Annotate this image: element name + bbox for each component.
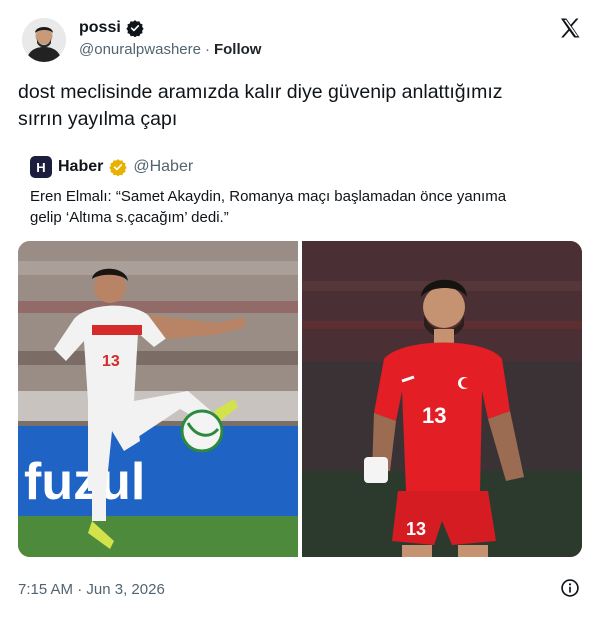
photo-right[interactable]: 13 13 [302,241,582,557]
handle-separator: · [204,41,210,58]
media-grid: fuzul 13 13 13 [18,241,582,557]
tweet-footer: 7:15 AM · Jun 3, 2026 [18,578,582,600]
handle[interactable]: @onuralpwashere [79,41,201,58]
follow-button[interactable]: Follow [214,41,262,58]
timestamp-date: Jun 3, 2026 [86,580,165,598]
quoted-display-name[interactable]: Haber [58,158,103,176]
avatar[interactable] [22,18,66,62]
right-jersey-number: 13 [422,403,446,428]
football-player-white-kit-image: fuzul 13 [18,241,298,557]
photo-left[interactable]: fuzul 13 [18,241,298,557]
x-logo-icon[interactable] [558,16,582,40]
tweet-text: dost meclisinde aramızda kalır diye güve… [18,79,578,133]
name-row: possi [79,19,144,37]
timestamp-separator: · [77,580,83,598]
verified-badge-icon [126,20,144,37]
quoted-handle[interactable]: @Haber [133,158,193,176]
timestamp[interactable]: 7:15 AM · Jun 3, 2026 [18,581,165,598]
quoted-tweet-text: Eren Elmalı: “Samet Akaydin, Romanya maç… [30,186,560,228]
info-icon[interactable] [560,578,580,598]
tweet-text-line-1: dost meclisinde aramızda kalır diye güve… [18,81,503,103]
left-jersey-number: 13 [102,353,120,370]
tweet-header: possi @onuralpwashere · Follow [18,16,582,68]
football-player-red-kit-image: 13 13 [302,241,582,557]
quoted-tweet-header: H Haber @Haber [30,156,193,178]
gold-verified-badge-icon [109,159,127,176]
quoted-text-line-1: Eren Elmalı: “Samet Akaydin, Romanya maç… [30,188,507,205]
tweet-text-line-2: sırrın yayılma çapı [18,108,178,130]
ad-board-text: fuzul [24,453,145,511]
timestamp-time: 7:15 AM [18,580,74,598]
quoted-text-line-2: gelip ‘Altıma s.çacağım’ dedi.” [30,209,229,226]
quoted-avatar[interactable]: H [30,156,52,178]
shorts-number: 13 [406,519,426,539]
display-name[interactable]: possi [79,19,121,37]
handle-row: @onuralpwashere · Follow [79,41,261,58]
